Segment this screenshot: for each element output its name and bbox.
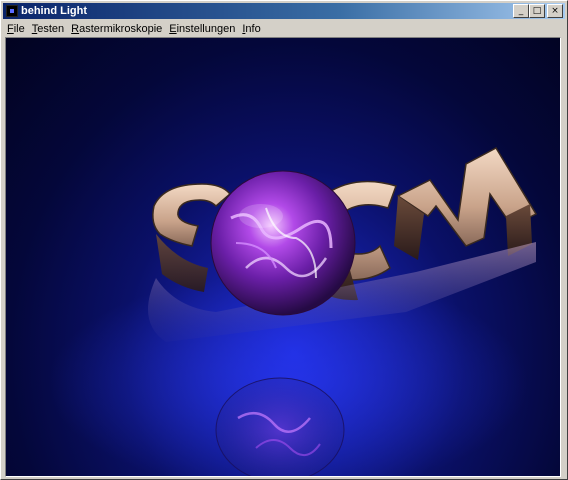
window-controls: _ □ × bbox=[513, 4, 563, 18]
menu-file[interactable]: File bbox=[3, 23, 28, 35]
menu-einstellungen[interactable]: Einstellungen bbox=[165, 23, 238, 35]
orb-reflection bbox=[215, 377, 345, 476]
window-title: behind Light bbox=[21, 5, 87, 17]
app-icon[interactable] bbox=[6, 5, 18, 17]
close-button[interactable]: × bbox=[547, 4, 563, 18]
app-window: behind Light _ □ × File Testen Rastermik… bbox=[0, 0, 568, 480]
maximize-button[interactable]: □ bbox=[529, 4, 545, 18]
plasma-orb bbox=[210, 170, 356, 316]
menu-info[interactable]: Info bbox=[238, 23, 263, 35]
menu-rastermikroskopie[interactable]: Rastermikroskopie bbox=[67, 23, 165, 35]
menu-bar: File Testen Rastermikroskopie Einstellun… bbox=[3, 20, 565, 37]
minimize-button[interactable]: _ bbox=[513, 4, 529, 18]
title-bar[interactable]: behind Light _ □ × bbox=[3, 3, 565, 19]
3d-scene bbox=[48, 147, 538, 476]
render-viewport[interactable] bbox=[5, 37, 561, 477]
menu-testen[interactable]: Testen bbox=[28, 23, 67, 35]
